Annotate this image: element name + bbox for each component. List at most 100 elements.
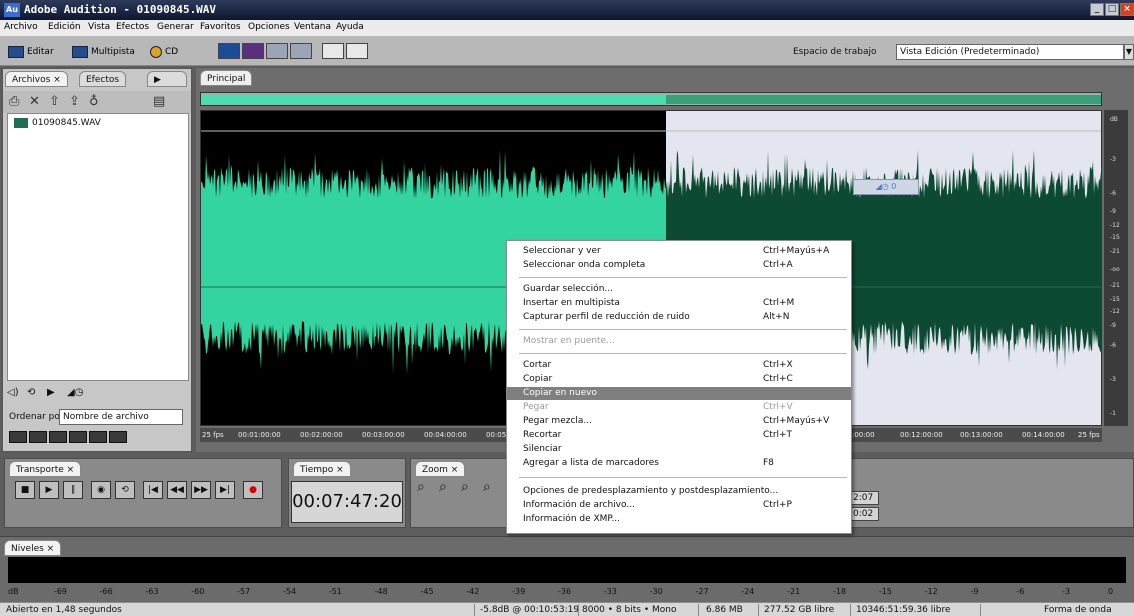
tab-transporte[interactable]: Transporte × (9, 461, 82, 477)
volume-icon[interactable]: ◢◷ (67, 387, 83, 398)
tab-zoom[interactable]: Zoom × (415, 461, 466, 477)
time-display: 00:07:47:20 (291, 481, 403, 523)
go-to-end-button[interactable]: ▶| (215, 481, 235, 499)
loop-icon[interactable]: ⟲ (27, 387, 35, 398)
status-divider (758, 604, 759, 616)
menu-item-seleccionar-y-ver[interactable]: Seleccionar y ver Ctrl+Mayús+A (507, 245, 851, 258)
view-icon[interactable] (109, 431, 127, 443)
menu-ventana[interactable]: Ventana (294, 22, 331, 32)
zoom-panel: Zoom × ⌕ ⌕ ⌕ ⌕ (410, 458, 510, 528)
waveform-view-icon[interactable] (218, 43, 240, 59)
import-icon[interactable]: ⎙ (9, 94, 19, 109)
view-icon[interactable] (29, 431, 47, 443)
tab-niveles[interactable]: Niveles × (4, 540, 62, 556)
cd-button[interactable]: CD (150, 44, 178, 60)
file-view-buttons (9, 431, 129, 445)
menu-opciones[interactable]: Opciones (248, 22, 290, 32)
close-button[interactable]: × (1120, 3, 1134, 16)
tab-efectos[interactable]: Efectos (79, 71, 127, 87)
volume-readout[interactable]: ◢◷ 0 (853, 179, 919, 195)
menu-item-guardar-seleccion[interactable]: Guardar selección... (507, 283, 851, 296)
status-free-disk: 277.52 GB libre (764, 605, 835, 615)
menu-item-opciones-predesplazamiento[interactable]: Opciones de predesplazamiento y postdesp… (507, 485, 851, 498)
zoom-full-icon[interactable]: ⌕ (461, 479, 469, 495)
edit-file-icon[interactable]: ♁ (89, 94, 99, 109)
volume-icon: ◢◷ (875, 182, 892, 191)
chevron-down-icon[interactable]: ▼ (1124, 44, 1134, 60)
record-button[interactable]: ● (243, 481, 263, 499)
menu-generar[interactable]: Generar (157, 22, 194, 32)
menu-separator (519, 477, 847, 478)
menu-item-cortar[interactable]: Cortar Ctrl+X (507, 359, 851, 372)
menu-vista[interactable]: Vista (88, 22, 110, 32)
window-title: Adobe Audition - 01090845.WAV (24, 3, 217, 16)
levels-scale-tick: -66 (99, 587, 113, 596)
file-item[interactable]: 01090845.WAV (32, 118, 101, 128)
view-icon[interactable] (49, 431, 67, 443)
view-icon[interactable] (9, 431, 27, 443)
menu-item-informacion-archivo[interactable]: Información de archivo... Ctrl+P (507, 499, 851, 512)
menu-item-insertar-en-multipista[interactable]: Insertar en multipista Ctrl+M (507, 297, 851, 310)
zoom-in-icon[interactable]: ⌕ (417, 479, 425, 495)
workspace-select[interactable]: Vista Edición (Predeterminado) (896, 44, 1124, 60)
zoom-out-icon[interactable]: ⌕ (439, 479, 447, 495)
spectral-view-icon[interactable] (242, 43, 264, 59)
fast-forward-button[interactable]: ▶▶ (191, 481, 211, 499)
phase-view-icon[interactable] (290, 43, 312, 59)
status-free-time: 10346:51:59.36 libre (856, 605, 951, 615)
insert-icon[interactable]: ⇧ (49, 94, 60, 109)
maximize-button[interactable]: □ (1105, 3, 1119, 16)
options-icon[interactable]: ▤ (153, 94, 165, 109)
selection-begin-field[interactable]: 2:07 (849, 491, 879, 505)
overview-bar[interactable] (200, 92, 1102, 106)
menu-edicion[interactable]: Edición (48, 22, 81, 32)
play-from-cursor-button[interactable]: ◉ (91, 481, 111, 499)
time-selection-tool-icon[interactable] (322, 43, 344, 59)
menu-efectos[interactable]: Efectos (116, 22, 149, 32)
menu-item-copiar[interactable]: Copiar Ctrl+C (507, 373, 851, 386)
loop-button[interactable]: ⟲ (115, 481, 135, 499)
zoom-selection-icon[interactable]: ⌕ (483, 479, 491, 495)
go-to-start-button[interactable]: |◀ (143, 481, 163, 499)
timeline-tick: :00:00 (852, 431, 875, 439)
menu-item-recortar[interactable]: Recortar Ctrl+T (507, 429, 851, 442)
speaker-icon[interactable]: ◁) (7, 387, 19, 398)
tab-archivos[interactable]: Archivos × (5, 71, 68, 87)
menu-item-silenciar[interactable]: Silenciar (507, 443, 851, 456)
view-icon[interactable] (89, 431, 107, 443)
levels-scale-tick: -27 (695, 587, 709, 596)
menu-item-copiar-en-nuevo[interactable]: Copiar en nuevo (507, 387, 851, 400)
menu-item-capturar-perfil[interactable]: Capturar perfil de reducción de ruido Alt… (507, 311, 851, 324)
play-icon[interactable]: ▶ (47, 387, 55, 398)
menu-item-informacion-xmp[interactable]: Información de XMP... (507, 513, 851, 526)
menu-item-seleccionar-onda-completa[interactable]: Seleccionar onda completa Ctrl+A (507, 259, 851, 272)
menu-item-pegar-mezcla[interactable]: Pegar mezcla... Ctrl+Mayús+V (507, 415, 851, 428)
tab-overflow[interactable]: ▶ (147, 71, 187, 87)
close-file-icon[interactable]: ✕ (29, 94, 40, 109)
preview-controls: ◁) ⟲ ▶ ◢◷ (7, 387, 189, 403)
minimize-button[interactable]: _ (1090, 3, 1104, 16)
insert-multitrack-icon[interactable]: ⇪ (69, 94, 80, 109)
multipista-button[interactable]: Multipista (72, 44, 135, 60)
levels-scale-tick: -6 (1016, 587, 1025, 596)
menu-favoritos[interactable]: Favoritos (200, 22, 241, 32)
sort-select[interactable]: Nombre de archivo (59, 409, 183, 425)
db-tick: -12 (1110, 222, 1120, 229)
tab-principal[interactable]: Principal (200, 70, 253, 86)
menu-item-agregar-marcadores[interactable]: Agregar a lista de marcadores F8 (507, 457, 851, 470)
view-icon[interactable] (69, 431, 87, 443)
levels-scale-tick: -69 (53, 587, 67, 596)
pan-view-icon[interactable] (266, 43, 288, 59)
context-menu: Seleccionar y ver Ctrl+Mayús+A Selecciona… (506, 240, 852, 534)
menu-separator (519, 353, 847, 354)
marquee-tool-icon[interactable] (346, 43, 368, 59)
rewind-button[interactable]: ◀◀ (167, 481, 187, 499)
selection-end-field[interactable]: 0:02 (849, 507, 879, 521)
tab-tiempo[interactable]: Tiempo × (293, 461, 351, 477)
menu-ayuda[interactable]: Ayuda (336, 22, 364, 32)
play-button[interactable]: ▶ (39, 481, 59, 499)
menu-archivo[interactable]: Archivo (4, 22, 38, 32)
pause-button[interactable]: ∥ (63, 481, 83, 499)
stop-button[interactable]: ■ (15, 481, 35, 499)
editar-button[interactable]: Editar (8, 44, 54, 60)
